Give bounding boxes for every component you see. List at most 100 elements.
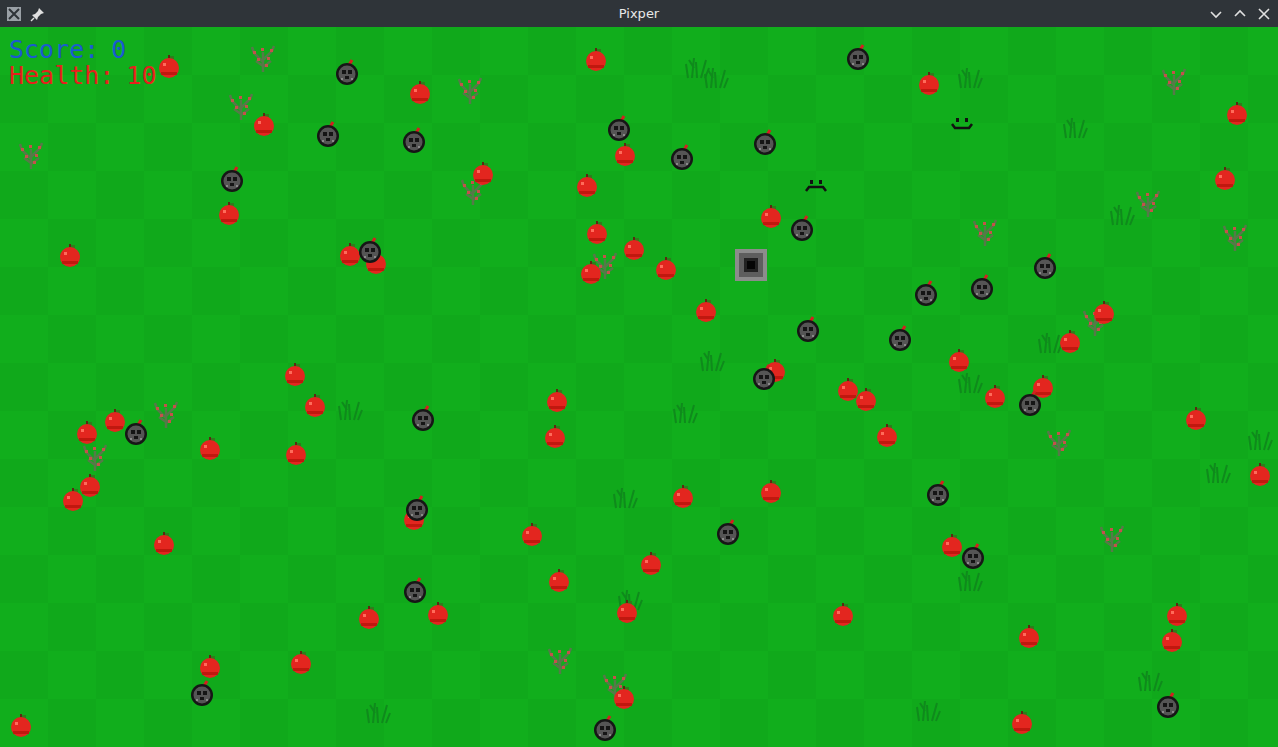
apple-icon [200, 437, 220, 460]
apple-icon [410, 81, 430, 104]
skull-bomb-icon [336, 60, 358, 85]
skull-bomb-icon [671, 145, 693, 170]
berry-bush-icon [84, 445, 106, 471]
apple-icon [522, 523, 542, 546]
apple-icon [985, 385, 1005, 408]
frown-face-icon [806, 180, 826, 191]
grass-tuft-icon [367, 703, 390, 723]
apple-icon [949, 349, 969, 372]
berry-bush-icon [1137, 191, 1159, 217]
apple-icon [545, 425, 565, 448]
skull-bomb-icon [412, 406, 434, 431]
apple-icon [359, 606, 379, 629]
skull-bomb-icon [754, 130, 776, 155]
berry-bush-icon [459, 78, 481, 104]
pin-icon[interactable] [30, 6, 46, 22]
apple-icon [105, 409, 125, 432]
apple-icon [1012, 711, 1032, 734]
apple-icon [761, 480, 781, 503]
apple-icon [615, 143, 635, 166]
window-title: Pixper [619, 6, 659, 21]
grass-tuft-icon [917, 701, 940, 721]
apple-icon [11, 714, 31, 737]
grass-tuft-icon [705, 68, 728, 88]
berry-bush-icon [1101, 526, 1123, 552]
apple-icon [1186, 407, 1206, 430]
skull-bomb-icon [317, 122, 339, 147]
apple-icon [285, 363, 305, 386]
grass-tuft-icon [959, 373, 982, 393]
maximize-chevron-icon[interactable] [1232, 6, 1248, 22]
grass-tuft-icon [614, 488, 637, 508]
apple-icon [614, 686, 634, 709]
skull-bomb-icon [1034, 254, 1056, 279]
grass-tuft-icon [1111, 205, 1134, 225]
game-canvas [0, 27, 1278, 747]
skull-bomb-icon [594, 716, 616, 741]
skull-bomb-icon [608, 116, 630, 141]
apple-icon [856, 388, 876, 411]
apple-icon [428, 602, 448, 625]
skull-bomb-icon [791, 216, 813, 241]
skull-bomb-icon [962, 544, 984, 569]
minimize-chevron-icon[interactable] [1208, 6, 1224, 22]
skull-bomb-icon [1157, 693, 1179, 718]
apple-icon [838, 378, 858, 401]
skull-bomb-icon [1019, 391, 1041, 416]
apple-icon [291, 651, 311, 674]
skull-bomb-icon [359, 238, 381, 263]
grass-tuft-icon [1139, 671, 1162, 691]
apple-icon [1019, 625, 1039, 648]
apple-icon [877, 424, 897, 447]
apple-icon [340, 243, 360, 266]
apple-icon [833, 603, 853, 626]
player-block-icon [735, 249, 767, 281]
smiley-face-icon [952, 118, 972, 128]
berry-bush-icon [20, 143, 42, 169]
apple-icon [641, 552, 661, 575]
app-icon [6, 6, 22, 22]
apple-icon [219, 202, 239, 225]
skull-bomb-icon [191, 681, 213, 706]
apple-icon [159, 55, 179, 78]
skull-bomb-icon [927, 481, 949, 506]
berry-bush-icon [549, 648, 571, 674]
apple-icon [577, 174, 597, 197]
skull-bomb-icon [971, 275, 993, 300]
apple-icon [1033, 375, 1053, 398]
grass-tuft-icon [674, 403, 697, 423]
game-window: Pixper Score:0Health:10 [0, 0, 1278, 747]
apple-icon [1060, 330, 1080, 353]
hud: Score:0Health:10 [9, 37, 156, 89]
apple-icon [254, 113, 274, 136]
grass-tuft-icon [701, 351, 724, 371]
grass-tuft-icon [1064, 118, 1087, 138]
apple-icon [80, 474, 100, 497]
apple-icon [286, 442, 306, 465]
apple-icon [942, 534, 962, 557]
apple-icon [63, 488, 83, 511]
skull-bomb-icon [403, 128, 425, 153]
skull-bomb-icon [717, 520, 739, 545]
apple-icon [1250, 463, 1270, 486]
health-label: Health:10 [9, 63, 156, 89]
apple-icon [587, 221, 607, 244]
apple-icon [1227, 102, 1247, 125]
apple-icon [1094, 301, 1114, 324]
grass-tuft-icon [959, 571, 982, 591]
apple-icon [617, 600, 637, 623]
close-x-icon[interactable] [1256, 6, 1272, 22]
skull-bomb-icon [889, 326, 911, 351]
grass-tuft-icon [1207, 463, 1230, 483]
title-bar: Pixper [0, 0, 1278, 27]
apple-icon [473, 162, 493, 185]
apple-icon [1167, 603, 1187, 626]
apple-icon [77, 421, 97, 444]
apple-icon [305, 394, 325, 417]
berry-bush-icon [1163, 69, 1185, 95]
apple-icon [581, 261, 601, 284]
apple-icon [200, 655, 220, 678]
apple-icon [624, 237, 644, 260]
berry-bush-icon [1048, 430, 1070, 456]
grass-tuft-icon [339, 400, 362, 420]
